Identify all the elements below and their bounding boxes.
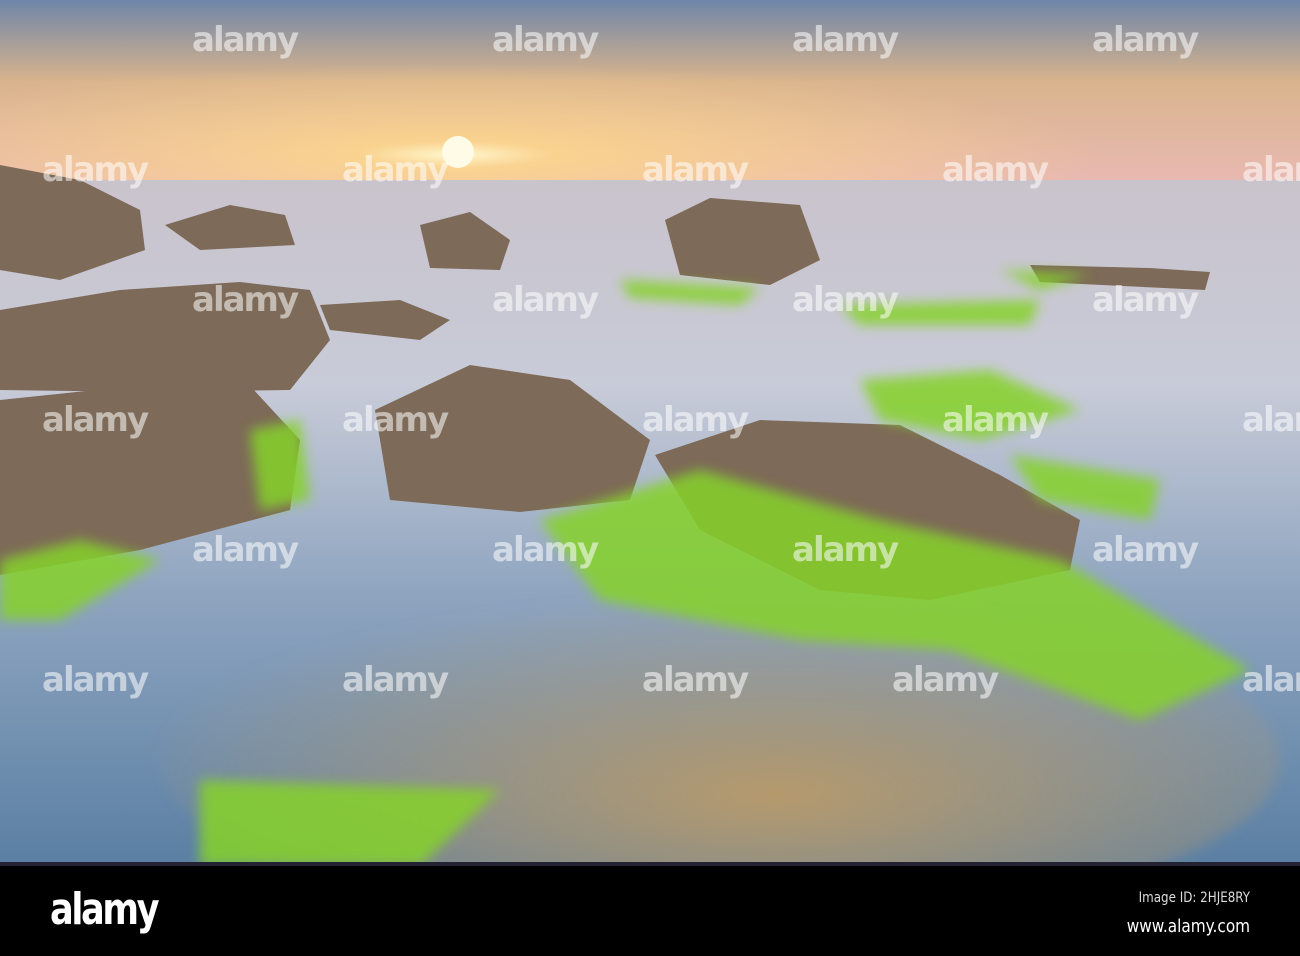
watermark: alamy <box>642 150 749 190</box>
watermark: alamy <box>42 400 149 440</box>
watermark: alamy <box>1242 150 1300 190</box>
watermark: alamy <box>192 530 299 570</box>
watermark: alamy <box>942 150 1049 190</box>
watermark: alamy <box>942 400 1049 440</box>
alamy-logo: alamy <box>50 884 160 935</box>
watermark: alamy <box>792 20 899 60</box>
watermark: alamy <box>1242 400 1300 440</box>
watermark: alamy <box>1092 280 1199 320</box>
watermark: alamy <box>492 280 599 320</box>
site-url: www.alamy.com <box>1126 916 1250 937</box>
watermark: alamy <box>892 660 999 700</box>
watermark: alamy <box>342 150 449 190</box>
watermark: alamy <box>192 280 299 320</box>
stock-photo: alamy alamy alamy alamy alamy alamy alam… <box>0 0 1300 956</box>
watermark: alamy <box>342 660 449 700</box>
watermark: alamy <box>1242 660 1300 700</box>
watermark: alamy <box>42 150 149 190</box>
watermark: alamy <box>492 530 599 570</box>
watermark: alamy <box>792 280 899 320</box>
watermark: alamy <box>792 530 899 570</box>
watermark: alamy <box>342 400 449 440</box>
watermark: alamy <box>1092 20 1199 60</box>
watermark: alamy <box>1092 530 1199 570</box>
watermark: alamy <box>642 400 749 440</box>
footer-bar: alamy Image ID: 2HJE8RY www.alamy.com <box>0 866 1300 956</box>
watermark: alamy <box>642 660 749 700</box>
image-id: Image ID: 2HJE8RY <box>1138 890 1250 906</box>
watermark: alamy <box>492 20 599 60</box>
watermark: alamy <box>192 20 299 60</box>
watermark: alamy <box>42 660 149 700</box>
